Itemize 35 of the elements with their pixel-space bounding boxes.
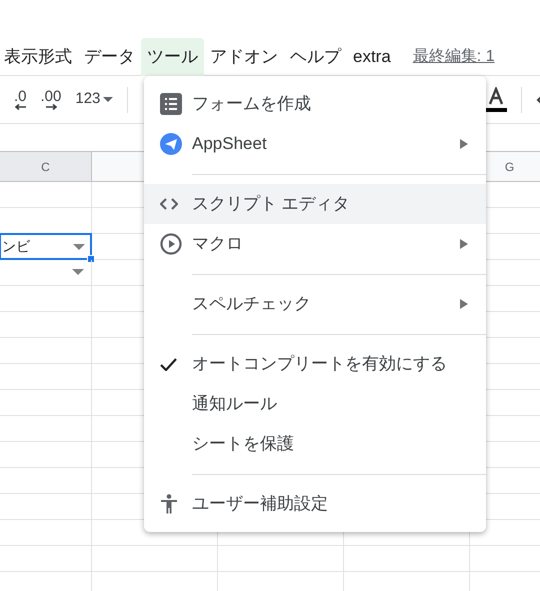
menu-item[interactable]: ユーザー補助設定 bbox=[144, 484, 486, 524]
menu-bar-item[interactable]: ヘルプ bbox=[284, 38, 347, 76]
menu-bar-item[interactable]: データ bbox=[78, 38, 141, 76]
right-arrow-icon bbox=[44, 104, 58, 110]
menu-item[interactable]: フォームを作成 bbox=[144, 84, 486, 124]
menu-item[interactable]: スクリプト エディタ bbox=[144, 184, 486, 224]
check-icon bbox=[160, 358, 177, 370]
menu-bar-item[interactable]: 表示形式 bbox=[0, 38, 78, 76]
number-format-button[interactable]: 123 bbox=[75, 88, 114, 111]
menu-item[interactable]: スペルチェック bbox=[144, 284, 486, 324]
menu-item[interactable]: AppSheet bbox=[144, 124, 486, 164]
play-circle-icon bbox=[160, 233, 182, 255]
menu-item[interactable]: シートを保護 bbox=[144, 424, 486, 464]
dropdown-arrow-icon[interactable] bbox=[72, 269, 84, 275]
menu-item[interactable]: 通知ルール bbox=[144, 384, 486, 424]
text-color-icon[interactable] bbox=[485, 86, 507, 112]
increase-decimals-button[interactable]: .00 bbox=[40, 90, 62, 110]
caret-icon bbox=[103, 97, 114, 102]
cell-text: ンビ bbox=[2, 237, 30, 256]
left-arrow-icon bbox=[14, 104, 26, 110]
accessibility-icon bbox=[160, 494, 178, 514]
decrease-decimals-button[interactable]: .0 bbox=[14, 90, 27, 110]
fill-handle[interactable] bbox=[87, 255, 95, 263]
paper-plane-icon bbox=[160, 133, 182, 155]
dropdown-arrow-icon[interactable] bbox=[73, 244, 85, 250]
list-form-icon bbox=[160, 93, 182, 115]
menu-bar-item[interactable]: extra bbox=[347, 38, 397, 76]
menu-item[interactable]: マクロ bbox=[144, 224, 486, 264]
active-cell[interactable]: ンビ bbox=[0, 233, 92, 260]
column-header[interactable]: C bbox=[0, 152, 92, 181]
menu-bar-item[interactable]: アドオン bbox=[204, 38, 284, 76]
last-edit-link[interactable]: 最終編集: 1 bbox=[412, 44, 495, 68]
code-icon bbox=[160, 198, 178, 210]
menu-bar-item[interactable]: ツール bbox=[141, 38, 204, 76]
menu-item[interactable]: オートコンプリートを有効にする bbox=[144, 344, 486, 384]
